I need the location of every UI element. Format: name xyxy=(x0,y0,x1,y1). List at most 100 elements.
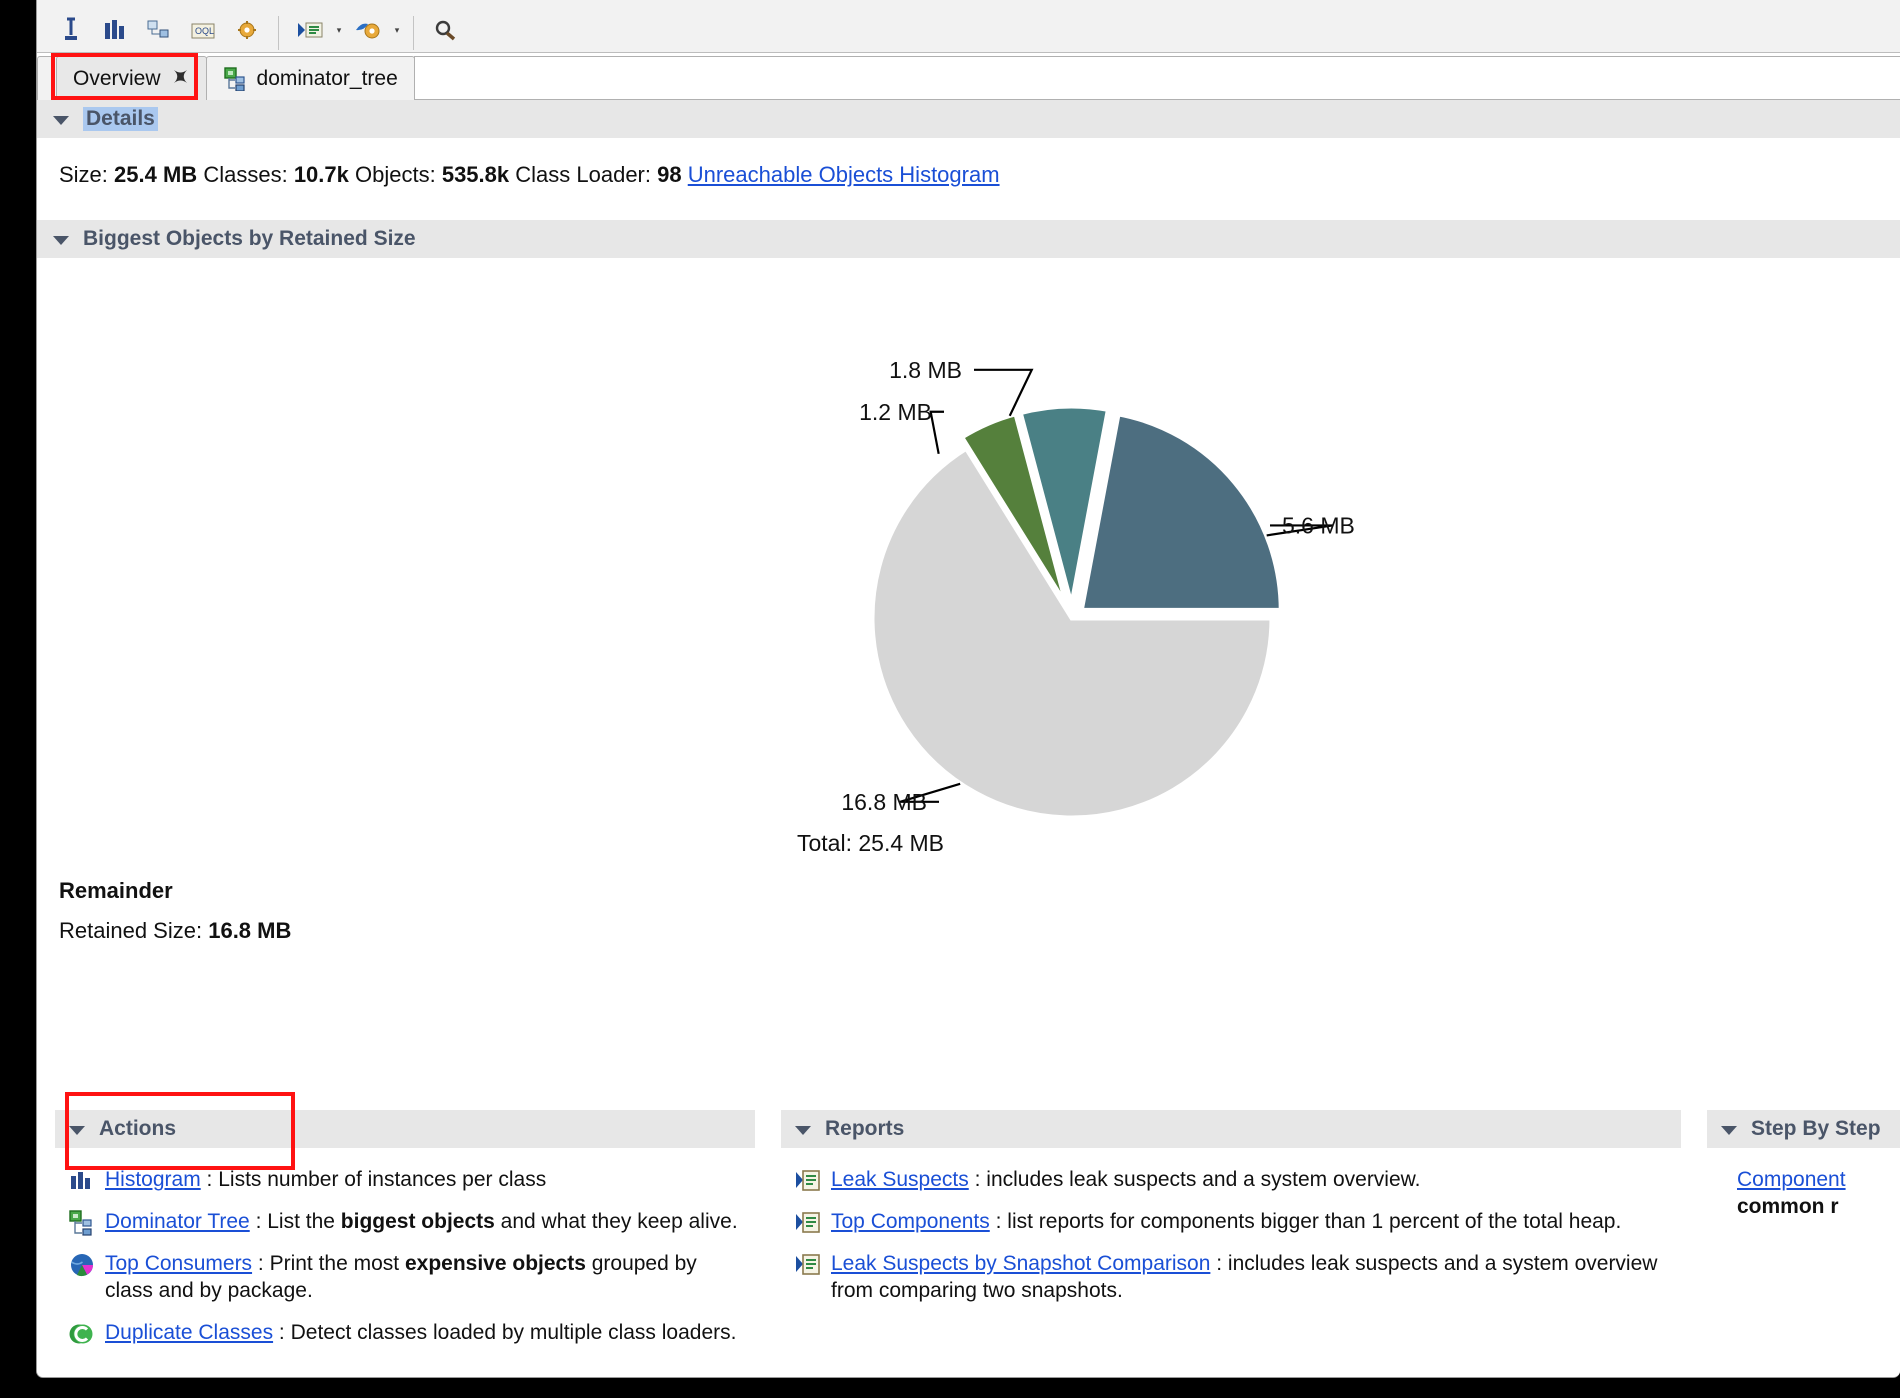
duplicate-classes-sep: : xyxy=(273,1320,291,1344)
report-icon-3 xyxy=(795,1252,821,1278)
remainder-retained-size: Retained Size: 16.8 MB xyxy=(59,918,1900,944)
step-by-step-panel-body: Component common r xyxy=(1707,1148,1900,1221)
details-header-label: Details xyxy=(83,107,158,131)
dominator-tree-desc-bold: biggest objects xyxy=(340,1210,495,1233)
unreachable-objects-histogram-link[interactable]: Unreachable Objects Histogram xyxy=(688,162,1000,187)
classes-value: 10.7k xyxy=(293,162,349,187)
reports-panel-header[interactable]: Reports xyxy=(781,1110,1681,1148)
details-summary-line: Size: 25.4 MB Classes: 10.7k Objects: 53… xyxy=(37,138,1900,188)
objects-value: 535.8k xyxy=(441,162,510,187)
pie-slice-label: 1.2 MB xyxy=(859,399,932,425)
chevron-down-icon[interactable]: ▾ xyxy=(334,10,344,50)
histogram-link[interactable]: Histogram xyxy=(105,1168,201,1191)
tab-overview-label: Overview xyxy=(73,66,161,90)
dominator-tree-sep: : xyxy=(249,1210,268,1233)
pie-chart-svg: 5.6 MB 1.8 MB 1.2 MB 16.8 MB Total: 25.4 MB xyxy=(797,357,1355,856)
screenshot-root: OQL ▾ ▾ Overview dominator_tree Details … xyxy=(0,0,1900,1398)
step-by-step-panel-header[interactable]: Step By Step xyxy=(1707,1110,1900,1148)
report-item-top-components-text: Top Components : list reports for compon… xyxy=(831,1208,1675,1235)
class-loader-value: 98 xyxy=(657,162,682,187)
biggest-objects-section-header[interactable]: Biggest Objects by Retained Size xyxy=(37,220,1900,258)
report-item-leak-suspects-text: Leak Suspects : includes leak suspects a… xyxy=(831,1166,1675,1193)
action-item-dominator-tree-text: Dominator Tree : List the biggest object… xyxy=(105,1208,749,1235)
pie-leader-line xyxy=(974,368,1034,417)
dominator-tree-icon xyxy=(223,66,247,92)
remainder-title: Remainder xyxy=(59,878,173,903)
size-value: 25.4 MB xyxy=(114,162,198,187)
action-item-duplicate-classes-text: Duplicate Classes : Detect classes loade… xyxy=(105,1319,749,1346)
pie-total-label: Total: 25.4 MB xyxy=(797,830,944,856)
dominator-tree-link[interactable]: Dominator Tree xyxy=(105,1210,250,1233)
top-consumers-link[interactable]: Top Consumers xyxy=(105,1252,252,1275)
report-icon-2 xyxy=(795,1210,821,1236)
class-loader-label: Class Loader: xyxy=(515,162,651,187)
histogram-sep: : xyxy=(200,1168,219,1191)
details-section-header[interactable]: Details xyxy=(37,100,1900,138)
report-item-leak-suspects[interactable]: Leak Suspects : includes leak suspects a… xyxy=(795,1166,1675,1194)
collapse-triangle-icon-steps[interactable] xyxy=(1721,1126,1737,1135)
close-icon[interactable] xyxy=(171,67,190,90)
histogram-icon xyxy=(69,1168,95,1194)
calculate-retained-size-icon[interactable] xyxy=(227,10,267,50)
pie-slice[interactable] xyxy=(1078,410,1284,613)
collapse-triangle-icon-2[interactable] xyxy=(53,236,69,245)
tab-dominator-tree[interactable]: dominator_tree xyxy=(205,56,415,100)
top-consumers-desc-pre: Print the most xyxy=(269,1252,405,1275)
leak-suspects-sep: : xyxy=(968,1168,987,1191)
report-item-top-components[interactable]: Top Components : list reports for compon… xyxy=(795,1208,1675,1236)
dominator-tree-icon[interactable] xyxy=(139,10,179,50)
step-item-component[interactable]: Component common r xyxy=(1737,1166,1900,1221)
dominator-tree-desc-pre: List the xyxy=(267,1210,341,1233)
svg-text:OQL: OQL xyxy=(195,26,214,36)
actions-header-label: Actions xyxy=(99,1117,177,1140)
toolbar-separator-2 xyxy=(413,16,414,50)
action-item-duplicate-classes[interactable]: Duplicate Classes : Detect classes loade… xyxy=(69,1319,749,1347)
pie-slice-label: 1.8 MB xyxy=(889,357,962,383)
inspector-icon[interactable] xyxy=(348,10,388,50)
leak-suspects-desc: includes leak suspects and a system over… xyxy=(986,1168,1421,1191)
reports-panel: Reports Leak Suspects: includes leak su… xyxy=(781,1110,1681,1361)
pie-leader-line xyxy=(929,410,944,454)
duplicate-classes-desc: Detect classes loaded by multiple class … xyxy=(290,1320,737,1344)
top-components-sep: : xyxy=(989,1210,1008,1233)
actions-panel-body: Histogram : Lists number of instances pe… xyxy=(55,1148,755,1347)
biggest-objects-header-label: Biggest Objects by Retained Size xyxy=(83,227,416,250)
component-report-link[interactable]: Component xyxy=(1737,1168,1846,1191)
bottom-panels: Actions Histogram: Lists number of inst… xyxy=(37,1110,1900,1361)
remainder-retained-label: Retained Size: xyxy=(59,918,203,943)
action-item-histogram[interactable]: Histogram : Lists number of instances pe… xyxy=(69,1166,749,1194)
remainder-retained-value: 16.8 MB xyxy=(208,918,292,943)
actions-panel-header[interactable]: Actions xyxy=(55,1110,755,1148)
tab-overview[interactable]: Overview xyxy=(56,56,207,100)
size-label: Size: xyxy=(59,162,108,187)
reports-header-label: Reports xyxy=(825,1117,905,1140)
oql-icon[interactable]: OQL xyxy=(183,10,223,50)
report-icon xyxy=(795,1168,821,1194)
action-item-top-consumers-text: Top Consumers : Print the most expensive… xyxy=(105,1250,749,1305)
action-item-dominator-tree[interactable]: Dominator Tree : List the biggest object… xyxy=(69,1208,749,1236)
main-toolbar: OQL ▾ ▾ xyxy=(37,0,1900,53)
pie-slice-label: 5.6 MB xyxy=(1282,512,1355,538)
find-icon[interactable] xyxy=(425,10,465,50)
leak-suspects-comparison-link[interactable]: Leak Suspects by Snapshot Comparison xyxy=(831,1252,1210,1275)
overview-content: Details Size: 25.4 MB Classes: 10.7k Obj… xyxy=(37,100,1900,1377)
histogram-icon[interactable] xyxy=(95,10,135,50)
top-consumers-sep: : xyxy=(252,1252,270,1275)
open-query-browser-icon[interactable] xyxy=(290,10,330,50)
chevron-down-icon-2[interactable]: ▾ xyxy=(392,10,402,50)
report-item-leak-suspects-comparison[interactable]: Leak Suspects by Snapshot Comparison : i… xyxy=(795,1250,1675,1305)
duplicate-classes-link[interactable]: Duplicate Classes xyxy=(105,1321,273,1344)
cursor-icon[interactable] xyxy=(51,10,91,50)
tab-dominator-tree-label: dominator_tree xyxy=(256,66,398,90)
action-item-top-consumers[interactable]: Top Consumers : Print the most expensive… xyxy=(69,1250,749,1305)
collapse-triangle-icon-reports[interactable] xyxy=(795,1126,811,1135)
leak-suspects-comparison-sep: : xyxy=(1210,1252,1228,1275)
step-by-step-header-label: Step By Step xyxy=(1751,1117,1881,1140)
top-components-link[interactable]: Top Components xyxy=(831,1210,990,1233)
classes-label: Classes: xyxy=(203,162,288,187)
dominator-tree-desc-post: and what they keep alive. xyxy=(494,1210,738,1233)
collapse-triangle-icon-actions[interactable] xyxy=(69,1126,85,1135)
leak-suspects-link[interactable]: Leak Suspects xyxy=(831,1168,969,1191)
collapse-triangle-icon[interactable] xyxy=(53,116,69,125)
duplicate-classes-icon xyxy=(69,1321,95,1347)
